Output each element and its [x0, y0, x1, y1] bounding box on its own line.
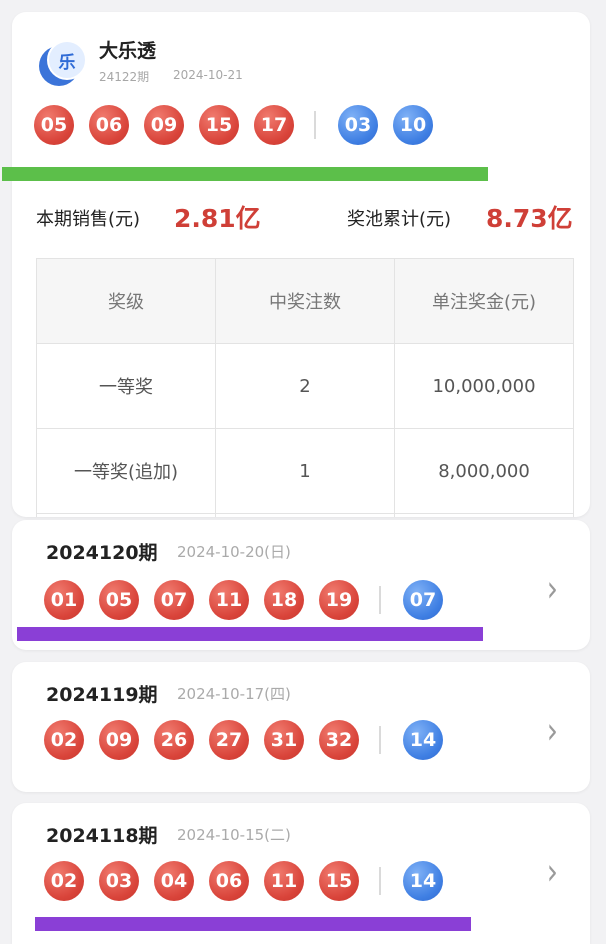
pool-label: 奖池累计(元) [347, 209, 452, 230]
lottery-logo-icon: 乐 [39, 40, 89, 90]
column-header: 单注奖金(元) [394, 258, 574, 344]
column-header: 奖级 [36, 258, 216, 344]
history-item[interactable]: 2024119期 2024-10-17(四) 02 09 26 27 31 32… [12, 662, 590, 792]
red-ball: 06 [89, 105, 129, 145]
ball-divider [314, 111, 316, 139]
lottery-name: 大乐透 [99, 40, 157, 62]
ball-divider [379, 867, 381, 895]
prize-amount-cell: 8,000,000 [394, 428, 574, 514]
blue-ball: 10 [393, 105, 433, 145]
highlight-bar-purple [17, 627, 483, 641]
red-ball: 15 [199, 105, 239, 145]
winner-count-cell: 1 [215, 428, 395, 514]
history-ball-row: 02 09 26 27 31 32 14 [44, 720, 458, 760]
red-ball: 15 [319, 861, 359, 901]
prize-amount-cell: 10,000,000 [394, 343, 574, 429]
red-ball: 05 [34, 105, 74, 145]
highlight-bar-purple [35, 917, 471, 931]
red-ball: 09 [144, 105, 184, 145]
red-ball: 31 [264, 720, 304, 760]
issue-date: 2024-10-15(二) [177, 826, 291, 844]
red-ball: 18 [264, 580, 304, 620]
history-ball-row: 01 05 07 11 18 19 07 [44, 580, 458, 620]
table-row: 一等奖 2 10,000,000 [36, 343, 574, 429]
red-ball: 02 [44, 720, 84, 760]
red-ball: 19 [319, 580, 359, 620]
red-ball: 27 [209, 720, 249, 760]
red-ball: 09 [99, 720, 139, 760]
issue-title: 2024120期 [46, 542, 158, 564]
blue-ball: 14 [403, 861, 443, 901]
lottery-issue: 24122期 [99, 70, 150, 84]
table-row [36, 513, 574, 517]
prize-table: 奖级 中奖注数 单注奖金(元) 一等奖 2 10,000,000 一等奖(追加)… [36, 258, 574, 517]
issue-date: 2024-10-17(四) [177, 685, 291, 703]
red-ball: 11 [264, 861, 304, 901]
blue-ball: 14 [403, 720, 443, 760]
ball-divider [379, 586, 381, 614]
table-row: 一等奖(追加) 1 8,000,000 [36, 428, 574, 514]
issue-date: 2024-10-20(日) [177, 543, 291, 561]
winner-count-cell: 2 [215, 343, 395, 429]
red-ball: 06 [209, 861, 249, 901]
blue-ball: 03 [338, 105, 378, 145]
red-ball: 07 [154, 580, 194, 620]
lottery-date: 2024-10-21 [173, 68, 243, 82]
red-ball: 11 [209, 580, 249, 620]
pool-value: 8.73亿 [486, 204, 573, 233]
latest-ball-row: 05 06 09 15 17 03 10 [34, 105, 448, 145]
latest-draw-card: 乐 大乐透 24122期 2024-10-21 05 06 09 15 17 0… [12, 12, 590, 517]
issue-title: 2024119期 [46, 684, 158, 706]
chevron-right-icon[interactable]: › [547, 567, 558, 610]
chevron-right-icon[interactable]: › [547, 709, 558, 752]
red-ball: 32 [319, 720, 359, 760]
sales-value: 2.81亿 [174, 204, 261, 233]
sales-label: 本期销售(元) [36, 209, 141, 230]
blue-ball: 07 [403, 580, 443, 620]
red-ball: 04 [154, 861, 194, 901]
prize-level-cell: 一等奖 [36, 343, 216, 429]
red-ball: 05 [99, 580, 139, 620]
prize-level-cell: 一等奖(追加) [36, 428, 216, 514]
red-ball: 02 [44, 861, 84, 901]
ball-divider [379, 726, 381, 754]
red-ball: 26 [154, 720, 194, 760]
red-ball: 01 [44, 580, 84, 620]
chevron-right-icon[interactable]: › [547, 850, 558, 893]
history-ball-row: 02 03 04 06 11 15 14 [44, 861, 458, 901]
red-ball: 17 [254, 105, 294, 145]
issue-title: 2024118期 [46, 825, 158, 847]
highlight-bar-green [2, 167, 488, 181]
red-ball: 03 [99, 861, 139, 901]
prize-table-header: 奖级 中奖注数 单注奖金(元) [36, 258, 574, 344]
column-header: 中奖注数 [215, 258, 395, 344]
